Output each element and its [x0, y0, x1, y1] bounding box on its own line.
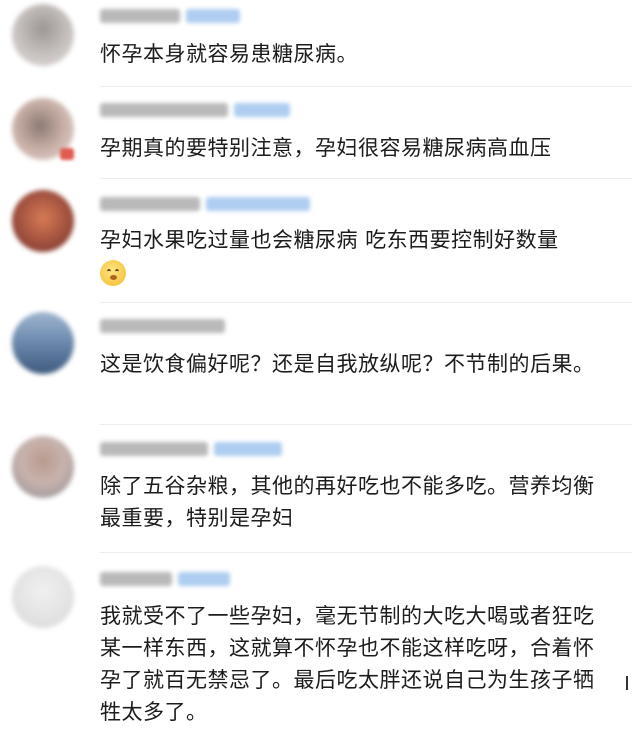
comment-text: 怀孕本身就容易患糖尿病。: [100, 42, 358, 66]
divider: [100, 86, 632, 87]
username-blurred[interactable]: [100, 442, 282, 456]
comment-text: 这是饮食偏好呢？还是自我放纵呢？不节制的后果。: [100, 352, 595, 376]
username-blurred[interactable]: [100, 319, 225, 333]
comment-text: 孕妇水果吃过量也会糖尿病 吃东西要控制好数量: [100, 224, 612, 288]
divider: [100, 552, 632, 553]
avatar[interactable]: [12, 436, 74, 498]
username-blurred[interactable]: [100, 197, 310, 211]
comment-text: 除了五谷杂粮，其他的再好吃也不能多吃。营养均衡最重要，特别是孕妇: [100, 474, 595, 530]
avatar-badge: [60, 148, 74, 160]
username-blurred[interactable]: [100, 103, 290, 117]
comment-text-content: 孕妇水果吃过量也会糖尿病 吃东西要控制好数量: [100, 228, 559, 252]
comment-text: 孕期真的要特别注意，孕妇很容易糖尿病高血压: [100, 136, 552, 160]
divider: [100, 424, 632, 425]
edge-marker: [626, 676, 632, 690]
avatar[interactable]: [12, 566, 74, 628]
shushing-face-emoji: [100, 260, 126, 286]
divider: [100, 302, 632, 303]
avatar[interactable]: [12, 190, 74, 252]
username-blurred[interactable]: [100, 9, 240, 23]
username-blurred[interactable]: [100, 572, 230, 586]
divider: [100, 178, 632, 179]
avatar[interactable]: [12, 4, 74, 66]
avatar[interactable]: [12, 312, 74, 374]
comment-text: 我就受不了一些孕妇，毫无节制的大吃大喝或者狂吃某一样东西，这就算不怀孕也不能这样…: [100, 604, 595, 724]
